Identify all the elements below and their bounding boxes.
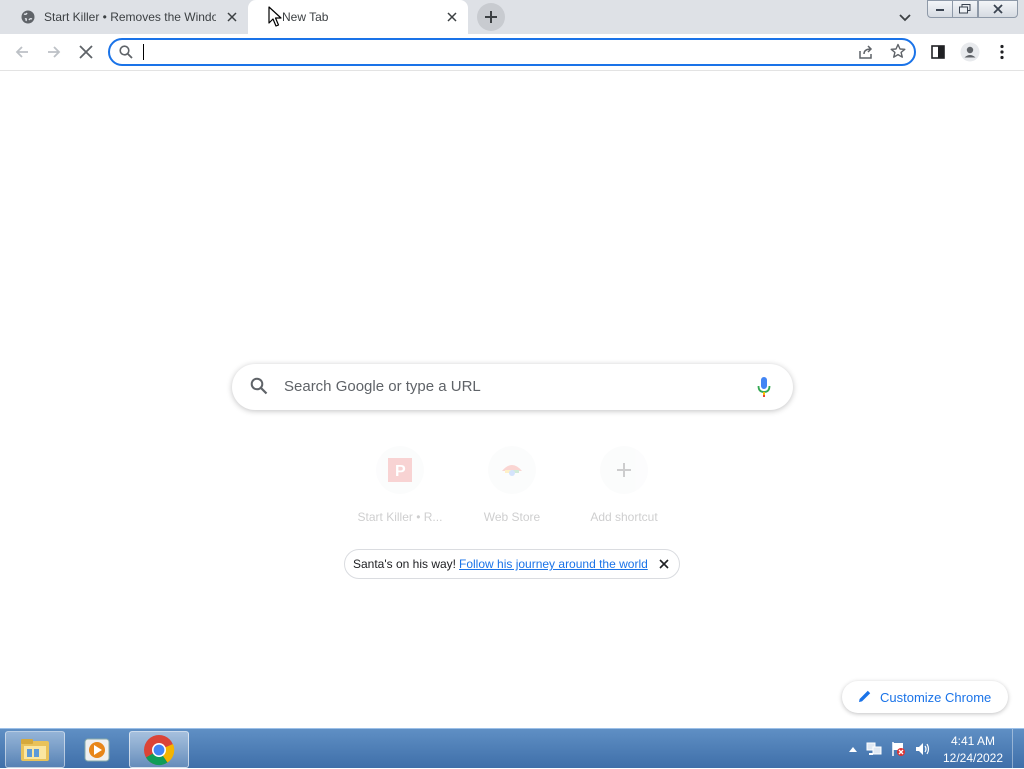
- profile-button[interactable]: [956, 38, 984, 66]
- taskbar-chrome[interactable]: [129, 731, 189, 768]
- show-desktop-button[interactable]: [1012, 729, 1024, 769]
- explorer-icon: [21, 738, 49, 761]
- window-close-button[interactable]: [978, 0, 1018, 18]
- shortcut-web-store[interactable]: Web Store: [456, 446, 568, 526]
- minimize-button[interactable]: [927, 0, 953, 18]
- tab-title: New Tab: [282, 10, 329, 24]
- taskbar-explorer[interactable]: [5, 731, 65, 768]
- text-caret: [143, 44, 144, 60]
- taskbar-media-player[interactable]: [67, 731, 127, 768]
- tab-search-button[interactable]: [895, 8, 915, 28]
- mouse-cursor-icon: [268, 6, 282, 33]
- svg-text:P: P: [395, 463, 406, 480]
- volume-icon[interactable]: [914, 741, 930, 757]
- clock-time[interactable]: 4:41 AM: [940, 734, 1006, 748]
- restore-icon: [959, 4, 971, 14]
- omnibox-input[interactable]: [142, 43, 842, 61]
- globe-icon: [20, 9, 36, 25]
- doodle-promo: Santa's on his way! Follow his journey a…: [344, 549, 680, 579]
- tab-title: Start Killer • Removes the Windo: [44, 10, 216, 24]
- share-icon[interactable]: [858, 44, 874, 65]
- action-center-icon[interactable]: [890, 741, 906, 757]
- search-icon: [250, 377, 268, 400]
- ntp-search-box[interactable]: Search Google or type a URL: [232, 364, 793, 410]
- arrow-right-icon: [48, 46, 61, 58]
- promo-link[interactable]: Follow his journey around the world: [459, 557, 648, 571]
- chrome-icon: [144, 734, 175, 765]
- shortcut-label: Add shortcut: [590, 510, 658, 524]
- search-icon: [119, 45, 133, 64]
- back-button[interactable]: [8, 38, 36, 66]
- new-tab-page: Search Google or type a URL P Start Kill…: [0, 71, 1024, 728]
- stop-loading-button[interactable]: [72, 38, 100, 66]
- shortcut-tile: P: [376, 446, 424, 494]
- network-icon[interactable]: [866, 741, 882, 757]
- close-icon: [79, 45, 93, 59]
- close-tab-icon[interactable]: [224, 9, 240, 25]
- close-tab-icon[interactable]: [444, 9, 460, 25]
- pencil-icon: [858, 689, 872, 706]
- browser-toolbar: [0, 34, 1024, 71]
- chevron-down-icon: [899, 14, 911, 22]
- chrome-menu-button[interactable]: [988, 38, 1016, 66]
- star-icon[interactable]: [890, 43, 906, 64]
- customize-label: Customize Chrome: [880, 689, 992, 705]
- windows-taskbar: 4:41 AM 12/24/2022: [0, 728, 1024, 769]
- side-panel-icon: [931, 45, 945, 59]
- person-icon: [960, 42, 980, 62]
- shortcut-tile: [488, 446, 536, 494]
- side-panel-button[interactable]: [924, 38, 952, 66]
- shortcut-add[interactable]: Add shortcut: [568, 446, 680, 526]
- clock-date[interactable]: 12/24/2022: [940, 751, 1006, 765]
- plus-icon: [485, 11, 497, 23]
- shortcut-label: Web Store: [483, 510, 541, 524]
- shortcut-start-killer[interactable]: P Start Killer • R...: [344, 446, 456, 526]
- plus-icon: [617, 463, 631, 477]
- chevron-up-icon[interactable]: [845, 741, 861, 757]
- forward-button[interactable]: [40, 38, 68, 66]
- tab-strip: Start Killer • Removes the Windo New Tab: [0, 0, 1024, 34]
- close-icon: [993, 4, 1003, 14]
- omnibox[interactable]: [108, 38, 916, 66]
- shortcut-label: Start Killer • R...: [357, 510, 443, 524]
- promo-text: Santa's on his way!: [353, 557, 457, 571]
- new-tab-button[interactable]: [477, 3, 505, 31]
- web-store-icon: [502, 465, 522, 478]
- media-player-icon: [84, 738, 110, 761]
- restore-button[interactable]: [952, 0, 978, 18]
- tab-start-killer[interactable]: Start Killer • Removes the Windo: [0, 0, 248, 34]
- close-icon[interactable]: [657, 557, 671, 571]
- minimize-icon: [936, 9, 944, 11]
- search-placeholder: Search Google or type a URL: [284, 378, 481, 395]
- arrow-left-icon: [15, 46, 28, 58]
- p-icon: P: [388, 458, 412, 482]
- kebab-icon: [1000, 44, 1004, 60]
- microphone-icon[interactable]: [757, 376, 771, 403]
- shortcut-tile: [600, 446, 648, 494]
- customize-chrome-button[interactable]: Customize Chrome: [842, 681, 1008, 713]
